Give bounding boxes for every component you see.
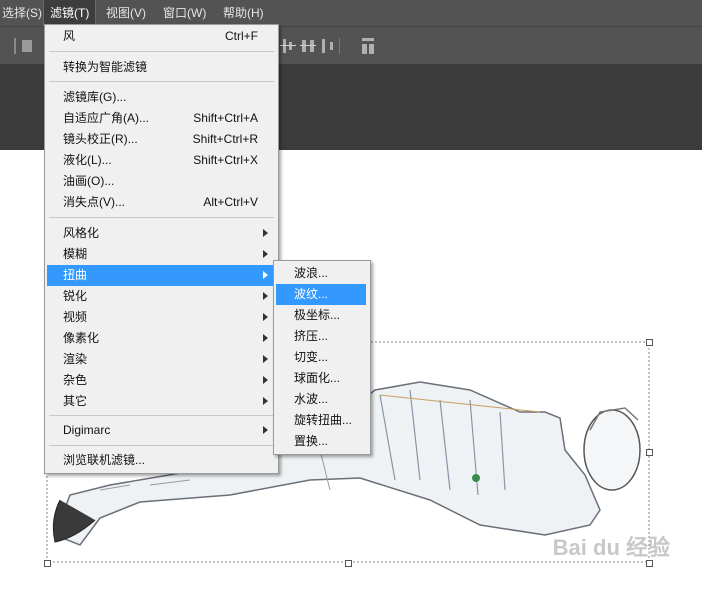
menu-item-shortcut: Shift+Ctrl+R (192, 132, 258, 146)
submenu-item-label: 旋转扭曲... (294, 413, 353, 427)
submenu-item-shear[interactable]: 切变... (276, 347, 366, 368)
menu-item-label: 其它 (63, 394, 88, 408)
submenu-arrow-icon (263, 426, 268, 434)
menu-item-browse-online-filters[interactable]: 浏览联机滤镜... (47, 450, 276, 471)
menu-item-label: 杂色 (63, 373, 88, 387)
menu-separator (49, 217, 274, 218)
menu-item-label: 液化(L)... (63, 153, 112, 167)
menu-item-label: 渲染 (63, 352, 88, 366)
menu-item-label: 风格化 (63, 226, 100, 240)
menu-item-label: 油画(O)... (63, 174, 115, 188)
menu-separator (49, 81, 274, 82)
distribute-horizontal-icon[interactable] (320, 36, 336, 56)
align-vertical-center-icon[interactable] (280, 36, 296, 56)
submenu-arrow-icon (263, 334, 268, 342)
menu-item-shortcut: Shift+Ctrl+A (193, 111, 258, 125)
menu-help[interactable]: 帮助(H) (217, 0, 270, 26)
align-icon[interactable] (20, 36, 34, 56)
menu-item-label: 风 (63, 29, 76, 43)
submenu-item-zigzag[interactable]: 水波... (276, 389, 366, 410)
menu-item-label: 自适应广角(A)... (63, 111, 149, 125)
filter-menu: 风 Ctrl+F 转换为智能滤镜 滤镜库(G)... 自适应广角(A)... S… (44, 24, 279, 474)
menu-item-label: 滤镜库(G)... (63, 90, 127, 104)
menu-item-adaptive-wide-angle[interactable]: 自适应广角(A)... Shift+Ctrl+A (47, 108, 276, 129)
menu-item-label: Digimarc (63, 423, 111, 437)
menu-separator (49, 51, 274, 52)
submenu-arrow-icon (263, 355, 268, 363)
menu-item-shortcut: Ctrl+F (225, 29, 258, 43)
transform-handle[interactable] (44, 560, 51, 567)
menu-window[interactable]: 窗口(W) (157, 0, 212, 26)
menu-item-pixelate[interactable]: 像素化 (47, 328, 276, 349)
menu-item-shortcut: Alt+Ctrl+V (203, 195, 258, 209)
menu-item-digimarc[interactable]: Digimarc (47, 420, 276, 441)
distribute-icon[interactable] (300, 36, 316, 56)
submenu-item-label: 切变... (294, 350, 329, 364)
menu-item-last-filter[interactable]: 风 Ctrl+F (47, 26, 276, 47)
submenu-item-displace[interactable]: 置换... (276, 431, 366, 452)
submenu-item-label: 挤压... (294, 329, 329, 343)
submenu-item-label: 波浪... (294, 266, 329, 280)
menu-item-vanishing-point[interactable]: 消失点(V)... Alt+Ctrl+V (47, 192, 276, 213)
menu-item-label: 浏览联机滤镜... (63, 453, 146, 467)
distort-submenu: 波浪... 波纹... 极坐标... 挤压... 切变... 球面化... 水波… (273, 260, 371, 455)
menu-item-label: 扭曲 (63, 268, 88, 282)
menu-item-oil-paint[interactable]: 油画(O)... (47, 171, 276, 192)
submenu-item-label: 球面化... (294, 371, 341, 385)
menu-item-render[interactable]: 渲染 (47, 349, 276, 370)
submenu-arrow-icon (263, 250, 268, 258)
submenu-item-label: 置换... (294, 434, 329, 448)
menu-item-filter-gallery[interactable]: 滤镜库(G)... (47, 87, 276, 108)
divider-icon (339, 38, 340, 54)
menu-separator (49, 445, 274, 446)
submenu-item-label: 波纹... (294, 287, 329, 301)
submenu-arrow-icon (263, 292, 268, 300)
baidu-watermark: Bai du 经验 (552, 535, 670, 560)
transform-handle[interactable] (646, 449, 653, 456)
menu-item-label: 镜头校正(R)... (63, 132, 138, 146)
menu-filter[interactable]: 滤镜(T) (42, 0, 97, 27)
menu-item-distort[interactable]: 扭曲 (47, 265, 276, 286)
menu-separator (49, 415, 274, 416)
menu-item-video[interactable]: 视频 (47, 307, 276, 328)
menu-item-other[interactable]: 其它 (47, 391, 276, 412)
menu-view[interactable]: 视图(V) (100, 0, 152, 26)
auto-align-icon[interactable] (360, 36, 376, 56)
menu-item-blur[interactable]: 模糊 (47, 244, 276, 265)
menu-item-noise[interactable]: 杂色 (47, 370, 276, 391)
transform-handle[interactable] (646, 339, 653, 346)
menu-item-liquify[interactable]: 液化(L)... Shift+Ctrl+X (47, 150, 276, 171)
submenu-item-wave[interactable]: 波浪... (276, 263, 366, 284)
submenu-item-label: 水波... (294, 392, 329, 406)
menu-item-stylize[interactable]: 风格化 (47, 223, 276, 244)
submenu-arrow-icon (263, 397, 268, 405)
menu-item-label: 锐化 (63, 289, 88, 303)
submenu-arrow-icon (263, 271, 268, 279)
menu-select[interactable]: 选择(S) (0, 0, 48, 26)
submenu-arrow-icon (263, 229, 268, 237)
submenu-item-twirl[interactable]: 旋转扭曲... (276, 410, 366, 431)
submenu-item-label: 极坐标... (294, 308, 341, 322)
submenu-item-ripple[interactable]: 波纹... (276, 284, 366, 305)
menu-item-lens-correction[interactable]: 镜头校正(R)... Shift+Ctrl+R (47, 129, 276, 150)
menu-item-convert-smart-filter[interactable]: 转换为智能滤镜 (47, 57, 276, 78)
menu-bar: 选择(S) 滤镜(T) 视图(V) 窗口(W) 帮助(H) (0, 0, 702, 27)
menu-item-shortcut: Shift+Ctrl+X (193, 153, 258, 167)
menu-item-label: 消失点(V)... (63, 195, 125, 209)
menu-item-label: 视频 (63, 310, 88, 324)
submenu-item-pinch[interactable]: 挤压... (276, 326, 366, 347)
menu-item-label: 模糊 (63, 247, 88, 261)
menu-item-label: 转换为智能滤镜 (63, 60, 148, 74)
submenu-item-spherize[interactable]: 球面化... (276, 368, 366, 389)
menu-item-label: 像素化 (63, 331, 100, 345)
submenu-item-polar-coordinates[interactable]: 极坐标... (276, 305, 366, 326)
submenu-arrow-icon (263, 313, 268, 321)
menu-item-sharpen[interactable]: 锐化 (47, 286, 276, 307)
submenu-arrow-icon (263, 376, 268, 384)
transform-handle[interactable] (345, 560, 352, 567)
